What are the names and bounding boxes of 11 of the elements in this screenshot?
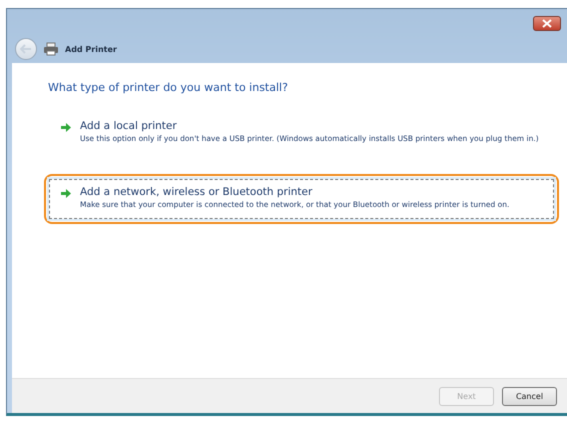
arrow-icon (60, 188, 72, 199)
back-arrow-icon (20, 44, 32, 54)
option-title: Add a network, wireless or Bluetooth printer (80, 186, 314, 198)
window-title: Add Printer (65, 44, 117, 54)
dialog-button[interactable]: Cancel (502, 386, 557, 406)
option-title: Add a local printer (80, 120, 178, 132)
close-button[interactable] (533, 16, 561, 31)
printer-icon (43, 42, 59, 56)
close-icon (542, 19, 552, 28)
arrow-icon (60, 122, 72, 133)
wizard-heading: What type of printer do you want to install? (48, 81, 289, 94)
